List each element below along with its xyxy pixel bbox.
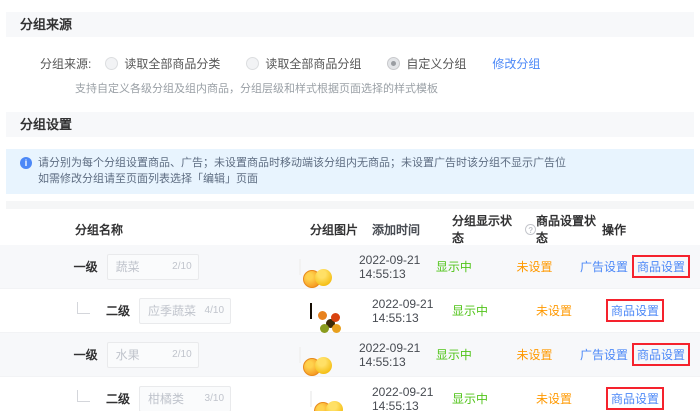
- table-row: 二级 4/10 2022-09-21 14:55:13 显示中 未设置 商品设置: [0, 289, 700, 333]
- section-divider: [6, 201, 694, 209]
- display-status-badge: 显示中: [452, 304, 489, 318]
- display-status-badge: 显示中: [435, 260, 472, 274]
- header-display-status-label: 分组显示状态: [452, 214, 513, 245]
- section-title-group-source: 分组来源: [6, 12, 694, 37]
- added-time: 2022-09-21 14:55:13: [358, 340, 421, 369]
- annotation-highlight-box: 商品设置: [631, 343, 690, 366]
- product-status-badge: 未设置: [536, 304, 573, 318]
- product-settings-link[interactable]: 商品设置: [637, 260, 685, 274]
- radio-label: 自定义分组: [406, 56, 467, 71]
- added-time: 2022-09-21 14:55:13: [358, 252, 421, 281]
- product-settings-link[interactable]: 商品设置: [611, 392, 659, 406]
- group-name-input-wrap: 4/10: [139, 297, 232, 324]
- char-counter: 2/10: [172, 260, 192, 272]
- level-label: 二级: [106, 392, 131, 406]
- product-status-badge: 未设置: [516, 260, 553, 274]
- group-image-thumbnail[interactable]: [299, 258, 302, 275]
- product-settings-link[interactable]: 商品设置: [637, 348, 685, 362]
- level-label: 一级: [73, 260, 98, 274]
- header-actions: 操作: [602, 222, 627, 237]
- group-image-thumbnail[interactable]: [310, 302, 312, 319]
- added-time: 2022-09-21 14:55:13: [372, 296, 434, 325]
- info-icon: i: [20, 157, 32, 169]
- modify-group-link[interactable]: 修改分组: [492, 55, 540, 72]
- section-title-group-settings: 分组设置: [6, 112, 694, 137]
- sublevel-branch-icon: [77, 389, 90, 402]
- header-product-status: 商品设置状态: [536, 214, 597, 245]
- table-row: 一级 2/10 2022-09-21 14:55:13 显示中 未设置 广告设置…: [0, 333, 700, 377]
- added-time: 2022-09-21 14:55:13: [372, 384, 434, 411]
- char-counter: 3/10: [204, 392, 225, 404]
- group-source-helper-text: 支持自定义各级分组及组内商品，分组层级和样式根据页面选择的样式模板: [75, 83, 438, 95]
- display-status-badge: 显示中: [452, 392, 489, 406]
- table-row: 一级 2/10 2022-09-21 14:55:13 显示中 未设置 广告设置…: [0, 245, 700, 289]
- notice-line1: 请分别为每个分组设置商品、广告；未设置商品时移动端该分组内无商品；未设置广告时该…: [38, 157, 566, 169]
- char-counter: 2/10: [172, 348, 192, 360]
- level-label: 一级: [73, 348, 98, 362]
- header-group-name: 分组名称: [75, 222, 124, 237]
- radio-read-all-groups[interactable]: 读取全部商品分组: [246, 55, 361, 72]
- sublevel-branch-icon: [77, 301, 90, 314]
- group-name-input-wrap: 2/10: [106, 341, 199, 368]
- group-name-input-wrap: 3/10: [139, 385, 232, 411]
- radio-label: 读取全部商品分类: [124, 56, 221, 71]
- ad-settings-link[interactable]: 广告设置: [580, 346, 628, 363]
- annotation-highlight-box: 商品设置: [606, 387, 665, 410]
- annotation-highlight-box: 商品设置: [631, 255, 690, 278]
- table-header-row: 分组名称 分组图片 添加时间 分组显示状态 ? 商品设置状态 操作: [0, 213, 700, 245]
- level-label: 二级: [106, 304, 131, 318]
- group-image-thumbnail[interactable]: [310, 390, 312, 407]
- header-added-time: 添加时间: [372, 222, 421, 237]
- radio-selected-icon: [387, 56, 401, 70]
- group-name-input-wrap: 2/10: [106, 253, 199, 280]
- header-group-image: 分组图片: [310, 222, 359, 237]
- radio-label: 读取全部商品分组: [265, 56, 362, 71]
- radio-custom-group[interactable]: 自定义分组: [387, 55, 466, 72]
- radio-icon: [105, 56, 119, 70]
- annotation-highlight-box: 商品设置: [606, 299, 665, 322]
- product-settings-link[interactable]: 商品设置: [611, 304, 659, 318]
- product-status-badge: 未设置: [536, 392, 573, 406]
- notice-line2: 如需修改分组请至页面列表选择「编辑」页面: [38, 173, 258, 185]
- ad-settings-link[interactable]: 广告设置: [580, 258, 628, 275]
- group-source-field: 分组来源: 读取全部商品分类 读取全部商品分组 自定义分组 修改分组: [0, 53, 700, 73]
- group-source-label: 分组来源:: [40, 56, 92, 71]
- top-spacer: [0, 0, 700, 12]
- radio-icon: [246, 56, 260, 70]
- group-image-thumbnail[interactable]: [299, 346, 302, 363]
- table-row: 二级 3/10 2022-09-21 14:55:13 显示中 未设置 商品设置: [0, 377, 700, 411]
- radio-read-all-categories[interactable]: 读取全部商品分类: [105, 55, 220, 72]
- display-status-badge: 显示中: [435, 348, 472, 362]
- char-counter: 4/10: [204, 304, 225, 316]
- product-status-badge: 未设置: [516, 348, 553, 362]
- help-icon[interactable]: ?: [525, 223, 536, 235]
- header-display-status: 分组显示状态 ?: [452, 212, 536, 246]
- notice-banner: i 请分别为每个分组设置商品、广告；未设置商品时移动端该分组内无商品；未设置广告…: [6, 149, 694, 194]
- notice-text: 请分别为每个分组设置商品、广告；未设置商品时移动端该分组内无商品；未设置广告时该…: [38, 155, 566, 187]
